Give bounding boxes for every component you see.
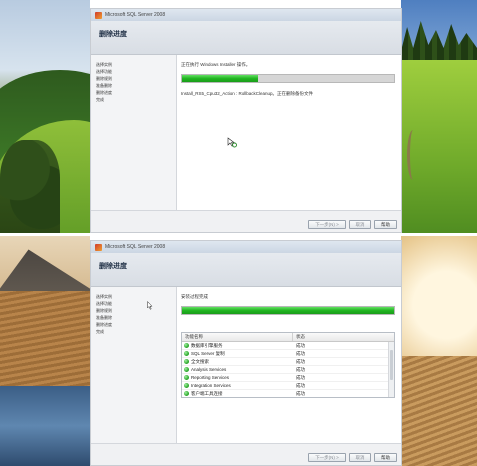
nav-item-removal-rules: 删除规则 (96, 308, 112, 313)
status-cell: 成功 (296, 342, 305, 348)
status-cell: 成功 (296, 382, 305, 388)
nav-item-removal-progress: 删除进度 (96, 322, 112, 327)
arrow-cursor-icon (147, 301, 153, 310)
table-row[interactable]: 全文搜索 成功 (182, 358, 394, 366)
nav-item-select-features: 选择功能 (96, 69, 112, 74)
table-row[interactable]: Analysis Services 成功 (182, 366, 394, 374)
status-cell: 成功 (296, 358, 305, 364)
step-navigation: 选择实例 选择功能 删除规则 准备删除 删除进度 完成 (91, 287, 177, 443)
sql-server-app-icon (95, 243, 102, 251)
success-check-icon (184, 343, 189, 348)
nav-item-removal-progress: 删除进度 (96, 90, 112, 95)
column-header-feature-name[interactable]: 功能名称 (182, 333, 292, 341)
nav-item-complete: 完成 (96, 97, 104, 102)
status-cell: 成功 (296, 366, 305, 372)
feature-name-cell: SQL Server 复制 (191, 350, 225, 356)
sql-server-app-icon (95, 11, 102, 19)
success-check-icon (184, 359, 189, 364)
table-row[interactable]: SQL Server 复制 成功 (182, 350, 394, 358)
progress-fill (182, 307, 394, 314)
success-check-icon (184, 367, 189, 372)
status-text: 安装过程完成 (181, 294, 208, 299)
wallpaper-left-lake-field (0, 236, 90, 466)
next-button[interactable]: 下一步(N) > (308, 453, 346, 462)
table-body: 数据库引擎服务 成功 SQL Server 复制 成功 全文搜索 成功 Analysis S… (182, 342, 394, 397)
nav-item-select-instance: 选择实例 (96, 62, 112, 67)
button-bar: 下一步(N) > 取消 帮助 (91, 210, 401, 232)
table-header: 功能名称 状态 (182, 333, 394, 342)
step-navigation: 选择实例 选择功能 删除规则 准备删除 删除进度 完成 (91, 55, 177, 210)
status-cell: 成功 (296, 374, 305, 380)
feature-name-cell: 客户端工具连接 (191, 390, 223, 396)
nav-item-ready-to-remove: 准备删除 (96, 83, 112, 88)
current-action-text: Install_RS5_Cpu32_Action : RollbackClean… (181, 91, 314, 96)
page-title: 删除进度 (99, 31, 127, 38)
status-cell: 成功 (296, 350, 305, 356)
setup-window: Microsoft SQL Server 2008 删除进度 选择实例 选择功能… (90, 240, 402, 466)
table-scrollbar[interactable] (388, 342, 394, 397)
nav-item-removal-rules: 删除规则 (96, 76, 112, 81)
page-header: 删除进度 (91, 21, 401, 55)
success-check-icon (184, 351, 189, 356)
main-content: 正在执行 Windows Installer 操作。 Install_RS5_C… (181, 55, 395, 210)
window-title: Microsoft SQL Server 2008 (105, 12, 166, 18)
status-cell: 成功 (296, 390, 305, 396)
setup-window: Microsoft SQL Server 2008 删除进度 选择实例 选择功能… (90, 8, 402, 233)
wallpaper-right-meadow (401, 0, 477, 233)
progress-bar (181, 306, 395, 315)
status-text: 正在执行 Windows Installer 操作。 (181, 62, 251, 67)
feature-name-cell: 全文搜索 (191, 358, 209, 364)
cancel-button[interactable]: 取消 (349, 220, 371, 229)
cancel-button[interactable]: 取消 (349, 453, 371, 462)
column-header-status[interactable]: 状态 (292, 333, 387, 341)
nav-item-select-instance: 选择实例 (96, 294, 112, 299)
feature-name-cell: 数据库引擎服务 (191, 342, 223, 348)
success-check-icon (184, 375, 189, 380)
screenshot-uninstall-complete: Microsoft SQL Server 2008 删除进度 选择实例 选择功能… (0, 236, 477, 466)
scroll-thumb[interactable] (390, 350, 393, 380)
nav-item-select-features: 选择功能 (96, 301, 112, 306)
help-button[interactable]: 帮助 (374, 453, 397, 462)
success-check-icon (184, 383, 189, 388)
window-title: Microsoft SQL Server 2008 (105, 244, 166, 250)
table-row[interactable]: Integration Services 成功 (182, 382, 394, 390)
wallpaper-left-green-hills (0, 0, 90, 233)
table-row[interactable]: 客户端工具连接 成功 (182, 390, 394, 397)
table-row[interactable]: Reporting Services 成功 (182, 374, 394, 382)
page-title: 删除进度 (99, 263, 127, 270)
success-check-icon (184, 391, 189, 396)
feature-status-table: 功能名称 状态 数据库引擎服务 成功 SQL Server 复制 成功 全文搜索 成功 An… (181, 332, 395, 398)
help-button[interactable]: 帮助 (374, 220, 397, 229)
feature-name-cell: Analysis Services (191, 367, 227, 372)
progress-bar (181, 74, 395, 83)
progress-fill (182, 75, 259, 82)
window-titlebar[interactable]: Microsoft SQL Server 2008 (91, 241, 401, 253)
window-titlebar[interactable]: Microsoft SQL Server 2008 (91, 9, 401, 21)
button-bar: 下一步(N) > 取消 帮助 (91, 443, 401, 465)
nav-item-complete: 完成 (96, 329, 104, 334)
busy-cursor-icon (227, 137, 237, 148)
table-row[interactable]: 数据库引擎服务 成功 (182, 342, 394, 350)
main-content: 安装过程完成 功能名称 状态 数据库引擎服务 成功 SQL Server 复制 成功全… (181, 287, 395, 443)
nav-item-ready-to-remove: 准备删除 (96, 315, 112, 320)
wallpaper-right-misty-field (401, 236, 477, 466)
next-button[interactable]: 下一步(N) > (308, 220, 346, 229)
feature-name-cell: Integration Services (191, 383, 231, 388)
feature-name-cell: Reporting Services (191, 375, 230, 380)
page-header: 删除进度 (91, 253, 401, 287)
screenshot-uninstall-in-progress: Microsoft SQL Server 2008 删除进度 选择实例 选择功能… (0, 0, 477, 233)
